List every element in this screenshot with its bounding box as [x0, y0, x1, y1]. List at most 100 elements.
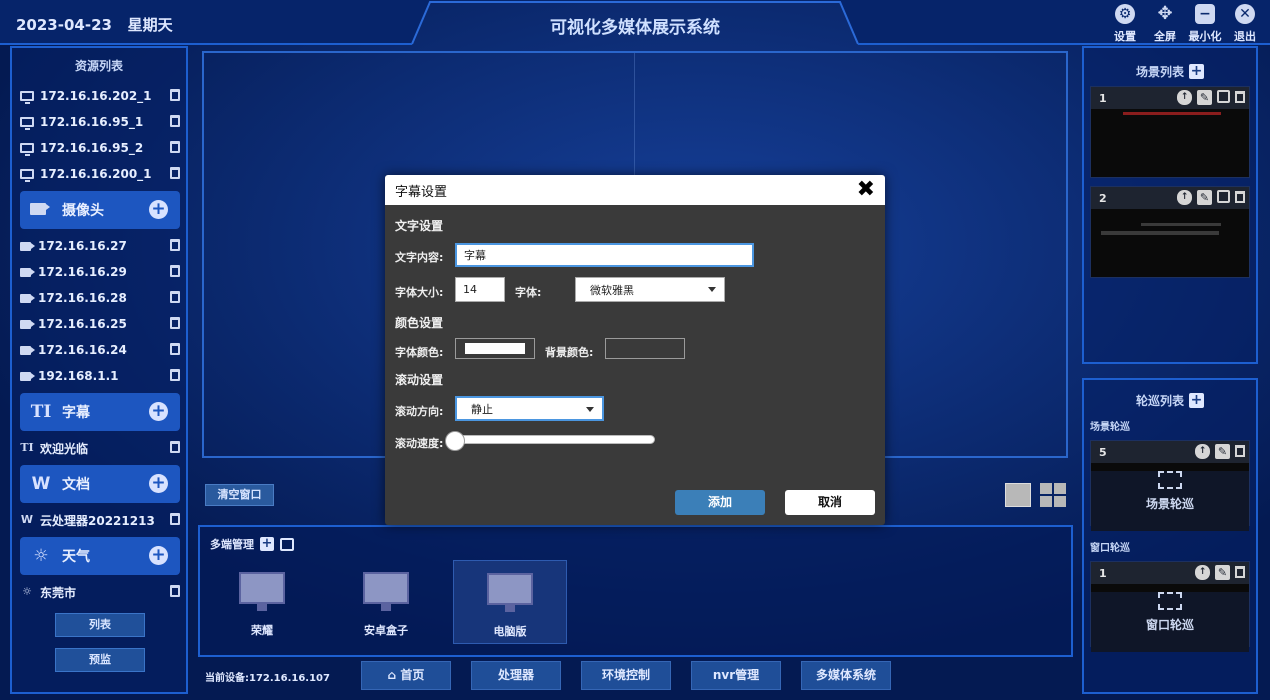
- fullscreen-icon: ✥: [1157, 3, 1173, 24]
- subtitle-item[interactable]: TI 欢迎光临: [20, 438, 180, 458]
- monitor-icon: [20, 169, 34, 182]
- delete-icon[interactable]: [170, 291, 180, 303]
- exit-button[interactable]: ✕ 退出: [1225, 4, 1265, 44]
- nav-environment[interactable]: 环境控制: [581, 661, 671, 690]
- font-size-input[interactable]: 14: [455, 277, 505, 302]
- settings-button[interactable]: ⚙ 设置: [1105, 4, 1145, 44]
- delete-icon[interactable]: [170, 513, 180, 525]
- add-subtitle-button[interactable]: +: [149, 402, 168, 421]
- edit-terminal-icon[interactable]: [280, 537, 294, 551]
- font-select[interactable]: 微软雅黑: [575, 277, 725, 302]
- preview-button[interactable]: 预监: [55, 648, 145, 672]
- monitor-icon: [363, 572, 409, 611]
- camera-item[interactable]: 172.16.16.24: [20, 340, 180, 360]
- list-button[interactable]: 列表: [55, 613, 145, 637]
- category-camera[interactable]: 摄像头 +: [20, 191, 180, 229]
- screen-item[interactable]: 172.16.16.95_2: [20, 138, 180, 158]
- delete-icon[interactable]: [1235, 566, 1245, 578]
- add-terminal-icon[interactable]: +: [260, 537, 274, 551]
- add-weather-button[interactable]: +: [149, 546, 168, 565]
- terminal-device-selected[interactable]: 电脑版: [453, 560, 567, 644]
- text-icon: TI: [30, 402, 52, 422]
- monitor-icon: [20, 117, 34, 130]
- scene-tools: ↑ ✎: [1177, 90, 1245, 105]
- cloud-upload-icon[interactable]: ↑: [1195, 565, 1210, 580]
- delete-icon[interactable]: [170, 369, 180, 381]
- fullscreen-button[interactable]: ✥ 全屏: [1145, 4, 1185, 44]
- weather-item[interactable]: ☼ 东莞市: [20, 582, 180, 602]
- add-button[interactable]: 添加: [675, 490, 765, 515]
- delete-icon[interactable]: [170, 141, 180, 153]
- bg-color-label: 背景颜色:: [545, 346, 594, 359]
- speed-label: 滚动速度:: [395, 437, 444, 450]
- category-subtitle[interactable]: TI 字幕 +: [20, 393, 180, 431]
- current-device-label: 当前设备:172.16.16.107: [205, 673, 330, 684]
- delete-icon[interactable]: [170, 167, 180, 179]
- cloud-upload-icon[interactable]: ↑: [1177, 90, 1192, 105]
- nav-home[interactable]: ⌂ 首页: [361, 661, 451, 690]
- clear-window-button[interactable]: 清空窗口: [205, 484, 274, 506]
- camera-item[interactable]: 172.16.16.29: [20, 262, 180, 282]
- delete-icon[interactable]: [170, 89, 180, 101]
- delete-icon[interactable]: [170, 265, 180, 277]
- nav-processor[interactable]: 处理器: [471, 661, 561, 690]
- scene-thumbnail: [1091, 109, 1249, 177]
- category-weather[interactable]: ☼ 天气 +: [20, 537, 180, 575]
- delete-icon[interactable]: [1235, 445, 1245, 457]
- scene-tour-card[interactable]: 5 ↑ ✎ 场景轮巡: [1090, 440, 1250, 531]
- delete-icon[interactable]: [1235, 91, 1245, 103]
- edit-icon[interactable]: ✎: [1197, 190, 1212, 205]
- terminal-device[interactable]: 荣耀: [205, 560, 319, 644]
- screen-item[interactable]: 172.16.16.200_1: [20, 164, 180, 184]
- direction-select[interactable]: 静止: [455, 396, 604, 421]
- delete-icon[interactable]: [170, 317, 180, 329]
- add-camera-button[interactable]: +: [149, 200, 168, 219]
- quad-layout-button[interactable]: [1040, 483, 1066, 507]
- close-icon[interactable]: ✖: [857, 178, 875, 202]
- bg-color-picker[interactable]: [605, 338, 685, 359]
- save-icon[interactable]: [1217, 90, 1230, 103]
- nav-multimedia[interactable]: 多媒体系统: [801, 661, 891, 690]
- delete-icon[interactable]: [170, 585, 180, 597]
- font-color-picker[interactable]: [455, 338, 535, 359]
- cloud-upload-icon[interactable]: ↑: [1177, 190, 1192, 205]
- scene-tour-icon: [1158, 471, 1182, 489]
- font-size-label: 字体大小:: [395, 286, 444, 299]
- camera-icon: [20, 345, 35, 355]
- cloud-upload-icon[interactable]: ↑: [1195, 444, 1210, 459]
- camera-item[interactable]: 172.16.16.28: [20, 288, 180, 308]
- content-input[interactable]: 字幕: [455, 243, 754, 267]
- scene-card[interactable]: 1 ↑ ✎: [1090, 86, 1250, 178]
- document-item[interactable]: W 云处理器20221213: [20, 510, 180, 530]
- delete-icon[interactable]: [170, 115, 180, 127]
- screen-item[interactable]: 172.16.16.95_1: [20, 112, 180, 132]
- speed-slider-thumb[interactable]: [445, 431, 465, 451]
- delete-icon[interactable]: [170, 239, 180, 251]
- edit-icon[interactable]: ✎: [1197, 90, 1212, 105]
- scene-card[interactable]: 2 ↑ ✎: [1090, 186, 1250, 278]
- edit-icon[interactable]: ✎: [1215, 444, 1230, 459]
- camera-item[interactable]: 172.16.16.25: [20, 314, 180, 334]
- minimize-button[interactable]: − 最小化: [1185, 4, 1225, 44]
- camera-item[interactable]: 192.168.1.1: [20, 366, 180, 386]
- cancel-button[interactable]: 取消: [785, 490, 875, 515]
- add-document-button[interactable]: +: [149, 474, 168, 493]
- tour-card-body: 场景轮巡: [1091, 471, 1249, 531]
- delete-icon[interactable]: [1235, 191, 1245, 203]
- speed-slider-track[interactable]: [447, 435, 655, 444]
- screen-item[interactable]: 172.16.16.202_1: [20, 86, 180, 106]
- add-tour-button[interactable]: +: [1189, 393, 1204, 408]
- window-tour-card[interactable]: 1 ↑ ✎ 窗口轮巡: [1090, 561, 1250, 652]
- nav-nvr[interactable]: nvr管理: [691, 661, 781, 690]
- single-layout-button[interactable]: [1005, 483, 1031, 507]
- edit-icon[interactable]: ✎: [1215, 565, 1230, 580]
- camera-item[interactable]: 172.16.16.27: [20, 236, 180, 256]
- terminal-device[interactable]: 安卓盒子: [329, 560, 443, 644]
- tour-tools: ↑ ✎: [1195, 565, 1245, 580]
- add-scene-button[interactable]: +: [1189, 64, 1204, 79]
- category-document[interactable]: W 文档 +: [20, 465, 180, 503]
- chevron-down-icon: [708, 287, 716, 292]
- save-icon[interactable]: [1217, 190, 1230, 203]
- delete-icon[interactable]: [170, 441, 180, 453]
- delete-icon[interactable]: [170, 343, 180, 355]
